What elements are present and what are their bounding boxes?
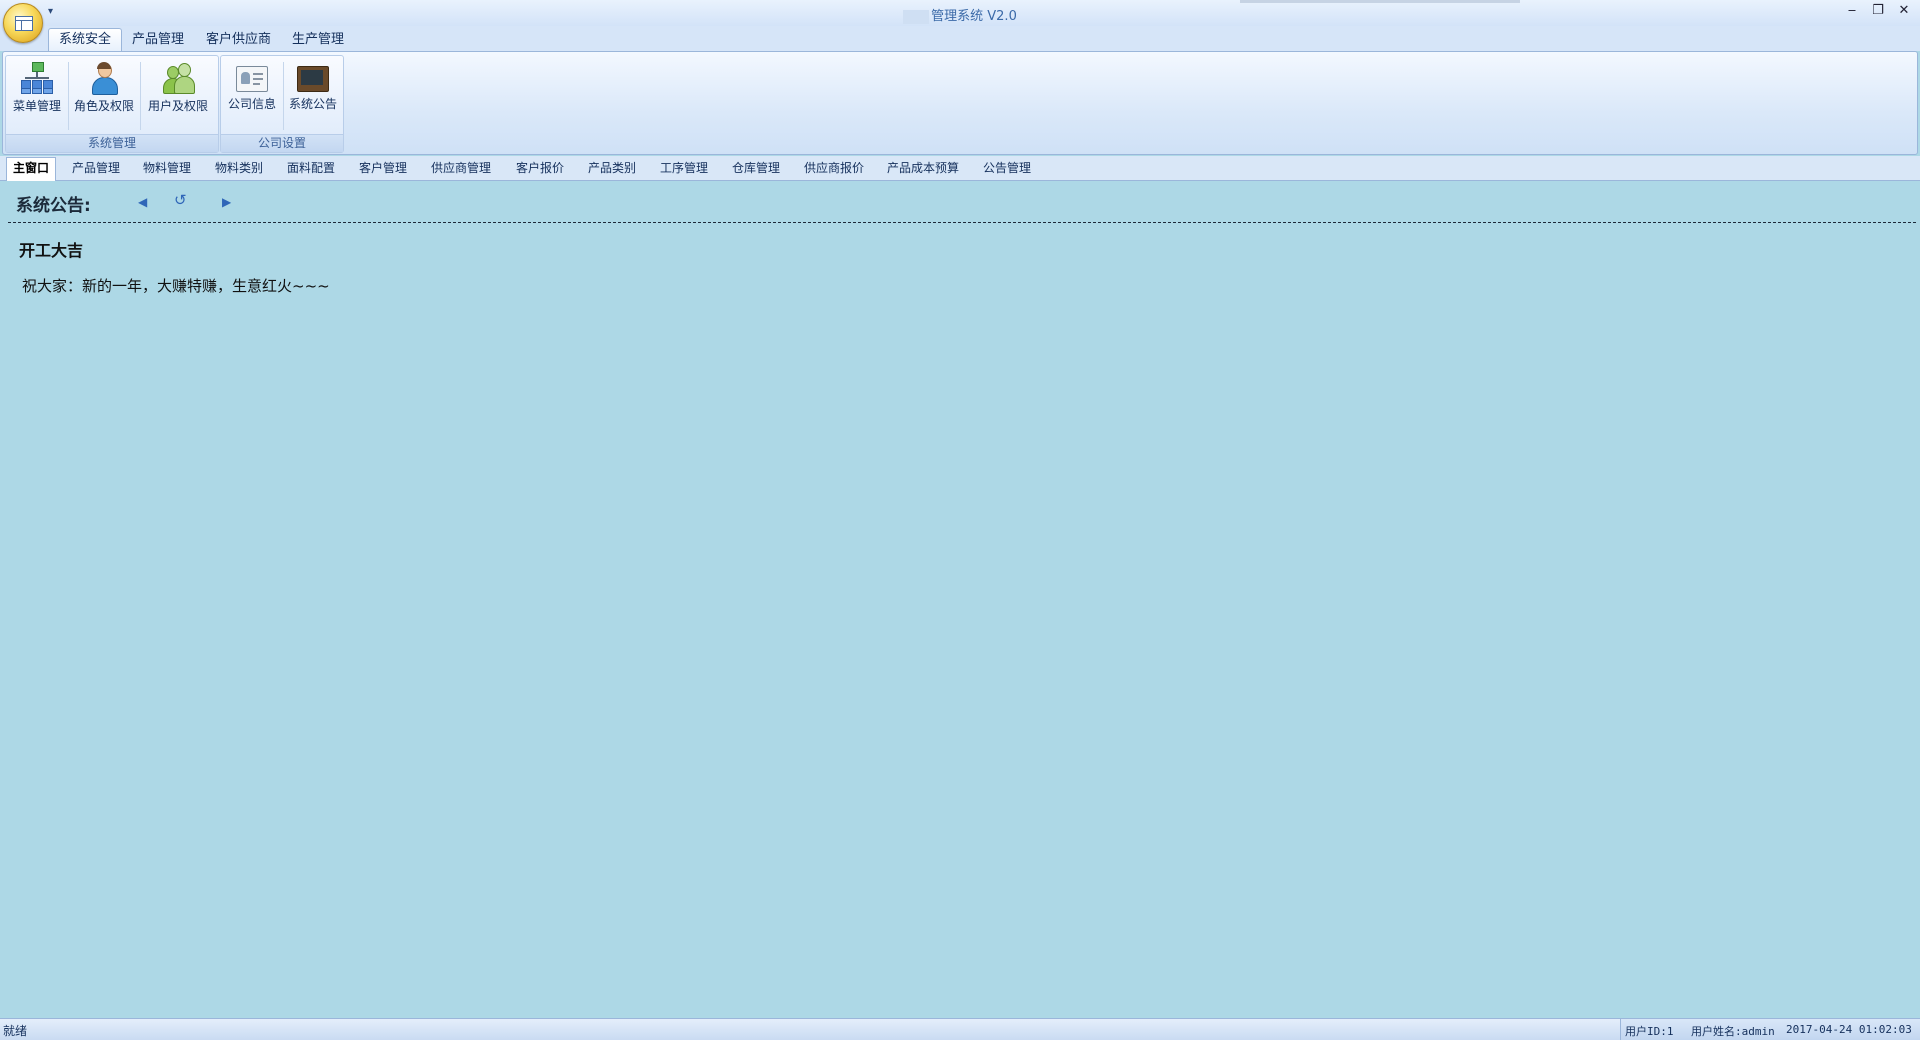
doc-tab-product-management[interactable]: 产品管理: [66, 158, 126, 178]
window-title-text: 管理系统 V2.0: [931, 9, 1017, 24]
doc-tab-product-cost-budget[interactable]: 产品成本预算: [881, 158, 965, 178]
title-bar: ▾ 管理系统 V2.0 ‒ ❐ ✕: [0, 0, 1920, 27]
status-ready: 就绪: [3, 1024, 28, 1038]
system-announcement-button[interactable]: 系统公告: [285, 58, 341, 130]
doc-tab-material-management[interactable]: 物料管理: [137, 158, 197, 178]
notice-divider: [8, 222, 1916, 223]
status-bar: 就绪 用户ID:1 用户姓名:admin 2017-04-24 01:02:03: [0, 1018, 1920, 1040]
next-notice-icon[interactable]: ▶: [222, 195, 231, 209]
ribbon-tab-product-management[interactable]: 产品管理: [122, 29, 194, 50]
ribbon-panel: 菜单管理 角色及权限 用户及权限 系统管理 公司信息 系统公告 公司设置: [2, 51, 1918, 155]
users-permissions-label: 用户及权限: [147, 99, 208, 113]
company-info-label: 公司信息: [227, 97, 276, 111]
group-label-company-settings: 公司设置: [221, 134, 343, 152]
announcement-body: 祝大家：新的一年，大赚特赚，生意红火~~~: [22, 277, 330, 295]
ribbon-group-company-settings: 公司信息 系统公告 公司设置: [220, 55, 344, 153]
status-user-id: 用户ID:1: [1625, 1025, 1674, 1038]
app-menu-icon: [15, 16, 33, 31]
main-window-content: 系统公告: ◀ ↺ ▶ 开工大吉 祝大家：新的一年，大赚特赚，生意红火~~~: [0, 181, 1920, 1018]
user-group-icon: [162, 62, 195, 94]
menu-management-button[interactable]: 菜单管理: [8, 58, 66, 130]
doc-tab-process-management[interactable]: 工序管理: [654, 158, 714, 178]
roles-permissions-button[interactable]: 角色及权限: [70, 58, 138, 130]
ribbon-tab-production-management[interactable]: 生产管理: [282, 29, 354, 50]
doc-tab-customer-management[interactable]: 客户管理: [353, 158, 413, 178]
restore-button[interactable]: ❐: [1868, 3, 1888, 18]
ribbon-tab-system-security[interactable]: 系统安全: [48, 28, 123, 52]
user-role-icon: [88, 62, 120, 95]
window-title: 管理系统 V2.0: [0, 5, 1920, 24]
application-menu-button[interactable]: [3, 3, 43, 43]
roles-permissions-label: 角色及权限: [73, 99, 134, 113]
doc-tab-warehouse-management[interactable]: 仓库管理: [726, 158, 786, 178]
doc-tab-announcement-management[interactable]: 公告管理: [977, 158, 1037, 178]
minimize-button[interactable]: ‒: [1842, 3, 1862, 18]
org-chart-icon: [21, 62, 53, 94]
doc-tab-supplier-management[interactable]: 供应商管理: [425, 158, 497, 178]
ribbon-tab-customer-supplier[interactable]: 客户供应商: [196, 29, 281, 50]
title-bar-overlay: [1240, 0, 1520, 3]
status-user-panel: 用户ID:1 用户姓名:admin 2017-04-24 01:02:03: [1620, 1019, 1920, 1040]
doc-tab-main-window[interactable]: 主窗口: [6, 157, 57, 181]
users-permissions-button[interactable]: 用户及权限: [142, 58, 214, 130]
status-user-name: 用户姓名:admin: [1691, 1025, 1775, 1038]
doc-tab-customer-quote[interactable]: 客户报价: [510, 158, 570, 178]
doc-tab-supplier-quote[interactable]: 供应商报价: [798, 158, 870, 178]
system-announcement-label: 系统公告: [288, 97, 337, 111]
ribbon-separator: [283, 62, 284, 130]
company-info-button[interactable]: 公司信息: [223, 58, 281, 130]
notice-heading: 系统公告:: [16, 196, 91, 216]
window-controls: ‒ ❐ ✕: [1842, 3, 1914, 18]
announcement-title: 开工大吉: [19, 241, 84, 260]
document-tab-strip: 主窗口 产品管理 物料管理 物料类别 面料配置 客户管理 供应商管理 客户报价 …: [0, 156, 1920, 181]
ribbon-separator: [68, 62, 69, 130]
redacted-logo: [903, 9, 930, 24]
id-card-icon: [236, 66, 268, 92]
ribbon-group-system-management: 菜单管理 角色及权限 用户及权限 系统管理: [5, 55, 219, 153]
group-label-system-management: 系统管理: [6, 134, 218, 152]
doc-tab-material-category[interactable]: 物料类别: [209, 158, 269, 178]
notice-board-icon: [297, 66, 329, 92]
refresh-icon[interactable]: ↺: [174, 191, 187, 209]
doc-tab-product-category[interactable]: 产品类别: [582, 158, 642, 178]
doc-tab-fabric-config[interactable]: 面料配置: [281, 158, 341, 178]
previous-notice-icon[interactable]: ◀: [138, 195, 147, 209]
close-button[interactable]: ✕: [1894, 3, 1914, 18]
ribbon-tab-strip: 系统安全 产品管理 客户供应商 生产管理: [0, 26, 1920, 52]
status-datetime: 2017-04-24 01:02:03: [1786, 1023, 1912, 1036]
menu-management-label: 菜单管理: [12, 99, 61, 113]
ribbon-separator: [140, 62, 141, 130]
